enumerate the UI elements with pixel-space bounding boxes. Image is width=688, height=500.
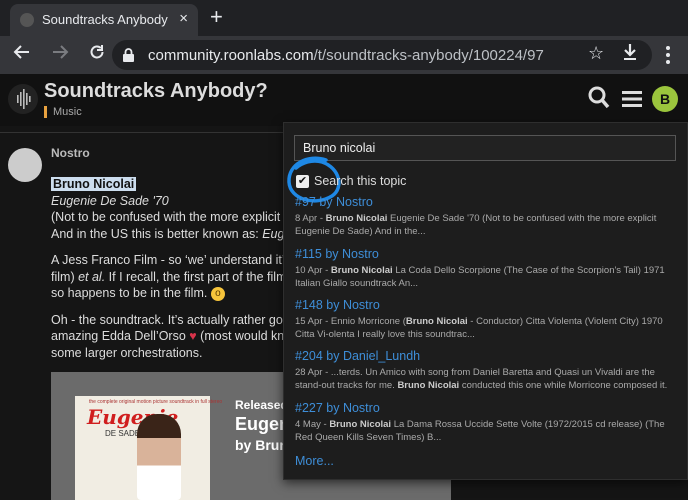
- result-snippet: 4 May - Bruno Nicolai La Dama Rossa Ucci…: [295, 419, 665, 443]
- result-link[interactable]: #204 by Daniel_Lundh: [295, 349, 679, 363]
- reload-button[interactable]: [85, 43, 109, 67]
- url-host: community.roonlabs.com: [148, 47, 314, 64]
- post-line: (most would kno: [196, 329, 292, 343]
- user-avatar-button[interactable]: B: [652, 86, 678, 112]
- more-results-link[interactable]: More...: [295, 454, 334, 468]
- new-tab-button[interactable]: +: [210, 6, 223, 28]
- site-favicon-icon: [20, 13, 34, 27]
- search-result[interactable]: #148 by Nostro 15 Apr - Ennio Morricone …: [295, 298, 679, 341]
- post-line: so happens to be in the film.: [51, 286, 208, 300]
- album-info: Released Eugen by Brun: [235, 398, 290, 453]
- reload-icon: [90, 45, 104, 59]
- forward-arrow-icon: [53, 45, 69, 59]
- result-snippet: 28 Apr - ...terds. Un Amico with song fr…: [295, 367, 668, 391]
- album-title: Eugenie De Sade '70: [51, 193, 169, 208]
- album-released-label: Released: [235, 398, 288, 412]
- search-result[interactable]: #97 by Nostro 8 Apr - Bruno Nicolai Euge…: [295, 195, 679, 238]
- close-tab-icon[interactable]: ×: [179, 11, 188, 27]
- heart-icon: ♥: [189, 329, 197, 343]
- category-badge[interactable]: Music: [44, 106, 82, 118]
- surprised-emoji-icon: o: [210, 286, 225, 301]
- post-line: film): [51, 269, 79, 284]
- post-divider: [0, 132, 290, 133]
- lock-icon: [122, 47, 135, 68]
- album-cover-image: the complete original motion picture sou…: [75, 396, 222, 500]
- result-snippet: 10 Apr - Bruno Nicolai La Coda Dello Sco…: [295, 265, 665, 289]
- browser-toolbar: community.roonlabs.com/t/soundtracks-any…: [0, 36, 688, 74]
- post-line-italic: et al.: [78, 269, 106, 284]
- result-link[interactable]: #227 by Nostro: [295, 401, 679, 415]
- download-icon: [624, 44, 636, 60]
- search-result[interactable]: #227 by Nostro 4 May - Bruno Nicolai La …: [295, 401, 679, 444]
- search-this-topic-label[interactable]: Search this topic: [314, 174, 406, 188]
- forward-button[interactable]: [48, 43, 72, 67]
- search-panel: ✔ Search this topic #97 by Nostro 8 Apr …: [283, 122, 688, 480]
- bookmark-star-icon[interactable]: ☆: [588, 43, 604, 64]
- browser-tab[interactable]: Soundtracks Anybody? - Music ×: [10, 4, 198, 36]
- url-path: /t/soundtracks-anybody/100224/97: [313, 47, 544, 64]
- result-link[interactable]: #97 by Nostro: [295, 195, 679, 209]
- post-author[interactable]: Nostro: [51, 146, 90, 160]
- browser-menu-icon[interactable]: [658, 44, 678, 66]
- album-cover-figure: [137, 414, 181, 500]
- result-snippet: 8 Apr - Bruno Nicolai Eugenie De Sade '7…: [295, 213, 657, 237]
- result-snippet: 15 Apr - Ennio Morricone (Bruno Nicolai …: [295, 316, 663, 340]
- search-result[interactable]: #204 by Daniel_Lundh 28 Apr - ...terds. …: [295, 349, 679, 392]
- address-bar[interactable]: community.roonlabs.com/t/soundtracks-any…: [112, 40, 652, 70]
- tab-title: Soundtracks Anybody? - Music: [42, 12, 168, 27]
- author-avatar[interactable]: [8, 148, 42, 182]
- post-line: some larger orchestrations.: [51, 345, 203, 360]
- result-link[interactable]: #115 by Nostro: [295, 247, 679, 261]
- post-line: A Jess Franco Film - so ‘we’ understand …: [51, 253, 302, 267]
- search-input[interactable]: [294, 135, 676, 161]
- search-icon[interactable]: [588, 86, 610, 115]
- back-button[interactable]: [10, 43, 34, 67]
- post-line: And in the US this is better known as:: [51, 226, 263, 241]
- album-name: Eugen: [235, 414, 291, 434]
- post-line: (Not to be confused with the more explic…: [51, 210, 300, 224]
- search-this-topic-checkbox[interactable]: ✔: [296, 175, 309, 188]
- post-line: Oh - the soundtrack. It’s actually rathe…: [51, 312, 297, 327]
- result-link[interactable]: #148 by Nostro: [295, 298, 679, 312]
- hamburger-menu-icon[interactable]: [622, 90, 642, 113]
- roon-logo-icon[interactable]: [8, 84, 38, 114]
- back-arrow-icon: [13, 45, 29, 59]
- album-artist: by Brun: [235, 437, 288, 453]
- download-button[interactable]: [618, 43, 642, 67]
- site-header: Soundtracks Anybody? Music B: [0, 74, 688, 126]
- topic-title[interactable]: Soundtracks Anybody?: [44, 80, 268, 103]
- highlighted-text: Bruno Nicolai: [51, 177, 137, 191]
- post-line: amazing Edda Dell’Orso: [51, 329, 190, 343]
- search-result[interactable]: #115 by Nostro 10 Apr - Bruno Nicolai La…: [295, 247, 679, 290]
- url-text: community.roonlabs.com/t/soundtracks-any…: [148, 47, 544, 64]
- post-line: If I recall, the first part of the film …: [105, 269, 297, 284]
- browser-tab-bar: Soundtracks Anybody? - Music × +: [0, 0, 688, 36]
